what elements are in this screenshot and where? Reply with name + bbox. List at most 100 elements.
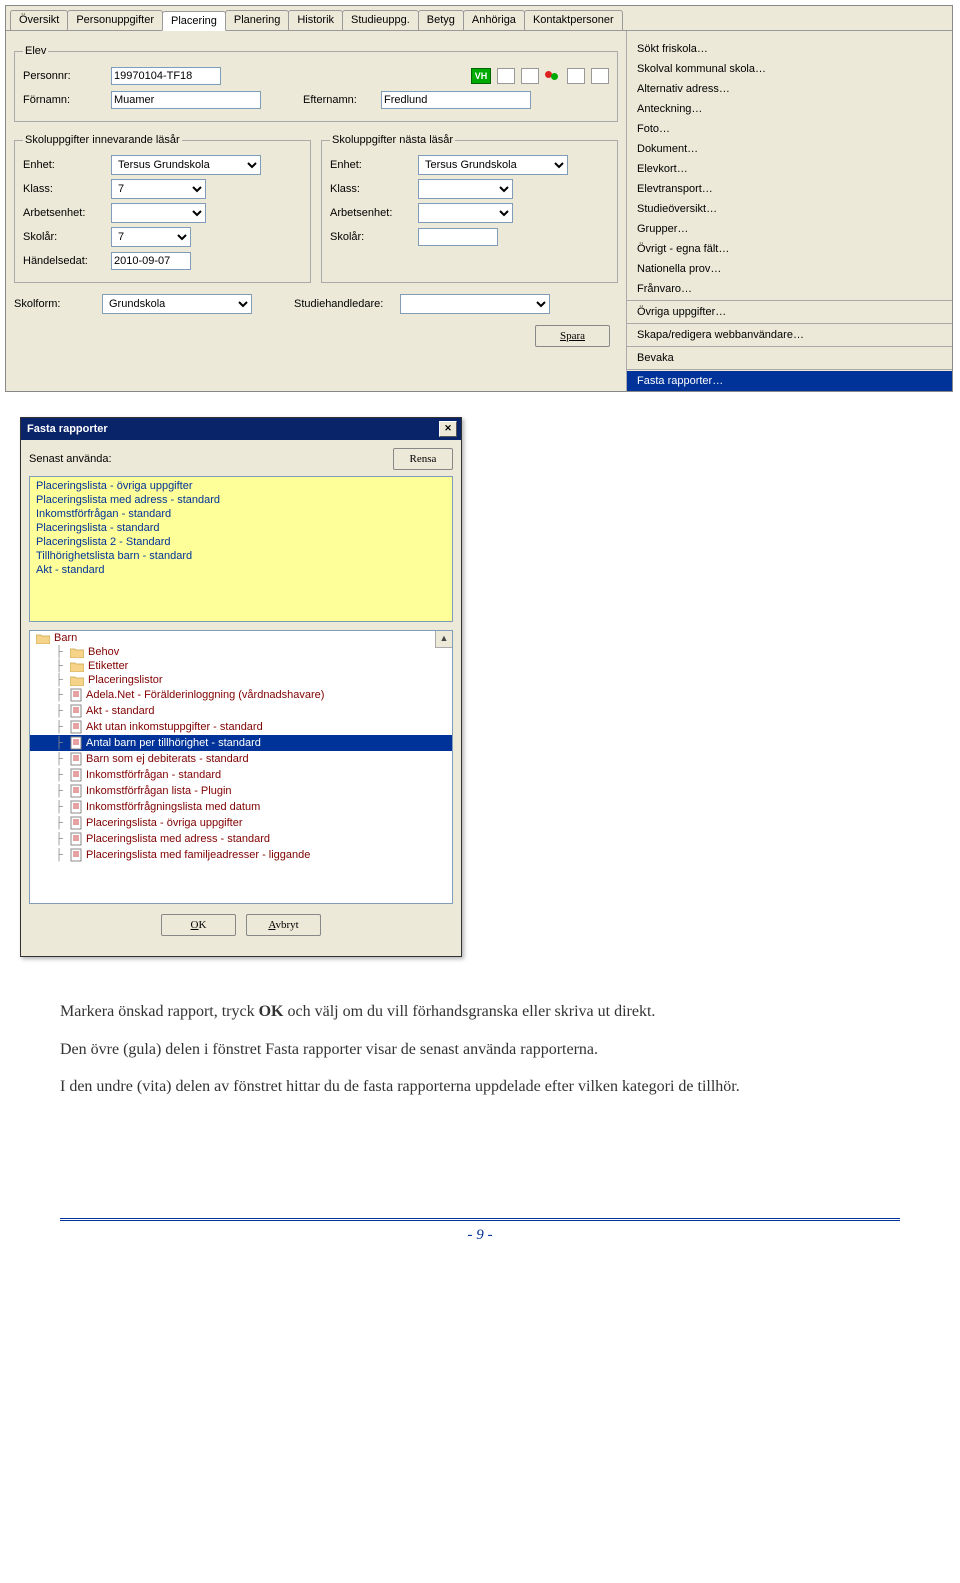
tab-anhriga[interactable]: Anhöriga (463, 10, 525, 30)
tree-report[interactable]: ├Inkomstförfrågningslista med datum (30, 799, 452, 815)
page-number: - 9 - (0, 1221, 960, 1264)
status-box-4 (591, 68, 609, 84)
klass-next-label: Klass: (330, 183, 412, 195)
next-year-fieldset: Skoluppgifter nästa läsår Enhet: Tersus … (321, 134, 618, 283)
menu-item[interactable]: Elevkort… (627, 159, 952, 179)
personnr-input[interactable] (111, 67, 221, 85)
text-bold: OK (259, 1003, 284, 1020)
menu-item[interactable]: Övriga uppgifter… (627, 302, 952, 322)
studiehandl-select[interactable] (400, 294, 550, 314)
menu-item[interactable]: Anteckning… (627, 99, 952, 119)
tab-planering[interactable]: Planering (225, 10, 289, 30)
scroll-up-icon[interactable]: ▲ (435, 631, 452, 648)
next-year-legend: Skoluppgifter nästa läsår (330, 134, 455, 146)
skolform-select[interactable]: Grundskola (102, 294, 252, 314)
tab-historik[interactable]: Historik (288, 10, 343, 30)
tab-personuppgifter[interactable]: Personuppgifter (67, 10, 163, 30)
text-segment: Markera önskad rapport, tryck (60, 1003, 259, 1020)
menu-item[interactable]: Alternativ adress… (627, 79, 952, 99)
menu-item[interactable]: Fasta rapporter… (627, 371, 952, 391)
status-box-1 (497, 68, 515, 84)
skolar-next-input[interactable] (418, 228, 498, 246)
recent-item[interactable]: Akt - standard (30, 563, 452, 577)
menu-item[interactable]: Foto… (627, 119, 952, 139)
recent-item[interactable]: Placeringslista 2 - Standard (30, 535, 452, 549)
tab-studieuppg[interactable]: Studieuppg. (342, 10, 419, 30)
menu-item[interactable]: Frånvaro… (627, 279, 952, 299)
dialog-titlebar: Fasta rapporter ✕ (21, 418, 461, 440)
status-box-3 (567, 68, 585, 84)
text-segment: och välj om du vill förhandsgranska elle… (283, 1003, 655, 1020)
enhet-cur-label: Enhet: (23, 159, 105, 171)
hdat-cur-input[interactable] (111, 252, 191, 270)
tab-versikt[interactable]: Översikt (10, 10, 68, 30)
recent-item[interactable]: Inkomstförfrågan - standard (30, 507, 452, 521)
menu-item[interactable]: Grupper… (627, 219, 952, 239)
skolar-next-label: Skolår: (330, 231, 412, 243)
studiehandl-label: Studiehandledare: (294, 298, 394, 310)
recent-item[interactable]: Placeringslista med adress - standard (30, 493, 452, 507)
spara-button[interactable]: Spara (535, 325, 610, 347)
ae-next-select[interactable] (418, 203, 513, 223)
menu-item[interactable]: Bevaka (627, 348, 952, 368)
tree-report[interactable]: ├Placeringslista - övriga uppgifter (30, 815, 452, 831)
ae-cur-select[interactable] (111, 203, 206, 223)
efternamn-label: Efternamn: (303, 94, 375, 106)
ae-cur-label: Arbetsenhet: (23, 207, 105, 219)
tree-report[interactable]: ├Barn som ej debiterats - standard (30, 751, 452, 767)
tree-folder[interactable]: ├Behov (30, 645, 452, 659)
rensa-button[interactable]: Rensa (393, 448, 453, 470)
main-window: ÖversiktPersonuppgifterPlaceringPlanerin… (5, 5, 953, 392)
efternamn-input[interactable] (381, 91, 531, 109)
tree-folder[interactable]: Barn (30, 631, 452, 645)
menu-item[interactable]: Skapa/redigera webbanvändare… (627, 325, 952, 345)
tree-report[interactable]: ├Adela.Net - Förälderinloggning (vårdnad… (30, 687, 452, 703)
tree-folder[interactable]: ├Etiketter (30, 659, 452, 673)
avbryt-button[interactable]: Avbryt (246, 914, 321, 936)
tree-report[interactable]: ├Akt - standard (30, 703, 452, 719)
klass-cur-label: Klass: (23, 183, 105, 195)
recent-list[interactable]: Placeringslista - övriga uppgifterPlacer… (29, 476, 453, 622)
tab-kontaktpersoner[interactable]: Kontaktpersoner (524, 10, 623, 30)
report-tree[interactable]: ▲ Barn├Behov├Etiketter├Placeringslistor├… (29, 630, 453, 904)
enhet-next-label: Enhet: (330, 159, 412, 171)
ae-next-label: Arbetsenhet: (330, 207, 412, 219)
klass-next-select[interactable] (418, 179, 513, 199)
menu-item[interactable]: Studieöversikt… (627, 199, 952, 219)
menu-item[interactable]: Dokument… (627, 139, 952, 159)
tree-folder[interactable]: ├Placeringslistor (30, 673, 452, 687)
elev-fieldset: Elev Personnr: VH Förnamn: Efterna (14, 45, 618, 122)
people-icon (545, 69, 561, 83)
enhet-next-select[interactable]: Tersus Grundskola (418, 155, 568, 175)
elev-legend: Elev (23, 45, 48, 57)
menu-item[interactable]: Nationella prov… (627, 259, 952, 279)
dialog-title: Fasta rapporter (27, 423, 108, 435)
tree-report[interactable]: ├Placeringslista med familjeadresser - l… (30, 847, 452, 863)
senast-label: Senast använda: (29, 453, 112, 465)
tab-betyg[interactable]: Betyg (418, 10, 464, 30)
menu-item[interactable]: Elevtransport… (627, 179, 952, 199)
recent-item[interactable]: Placeringslista - övriga uppgifter (30, 479, 452, 493)
vh-badge: VH (471, 68, 491, 84)
recent-item[interactable]: Placeringslista - standard (30, 521, 452, 535)
tree-report[interactable]: ├Akt utan inkomstuppgifter - standard (30, 719, 452, 735)
menu-item[interactable]: Övrigt - egna fält… (627, 239, 952, 259)
tree-report[interactable]: ├Inkomstförfrågan - standard (30, 767, 452, 783)
current-year-legend: Skoluppgifter innevarande läsår (23, 134, 182, 146)
side-menu: Sökt friskola…Skolval kommunal skola…Alt… (626, 31, 952, 391)
menu-item[interactable]: Sökt friskola… (627, 39, 952, 59)
tab-bar: ÖversiktPersonuppgifterPlaceringPlanerin… (6, 6, 952, 31)
tree-report[interactable]: ├Antal barn per tillhörighet - standard (30, 735, 452, 751)
klass-cur-select[interactable]: 7 (111, 179, 206, 199)
tree-report[interactable]: ├Inkomstförfrågan lista - Plugin (30, 783, 452, 799)
skolar-cur-select[interactable]: 7 (111, 227, 191, 247)
tab-placering[interactable]: Placering (162, 11, 226, 31)
personnr-label: Personnr: (23, 70, 105, 82)
close-icon[interactable]: ✕ (439, 421, 457, 437)
tree-report[interactable]: ├Placeringslista med adress - standard (30, 831, 452, 847)
ok-button[interactable]: OK (161, 914, 236, 936)
menu-item[interactable]: Skolval kommunal skola… (627, 59, 952, 79)
fornamn-input[interactable] (111, 91, 261, 109)
recent-item[interactable]: Tillhörighetslista barn - standard (30, 549, 452, 563)
enhet-cur-select[interactable]: Tersus Grundskola (111, 155, 261, 175)
